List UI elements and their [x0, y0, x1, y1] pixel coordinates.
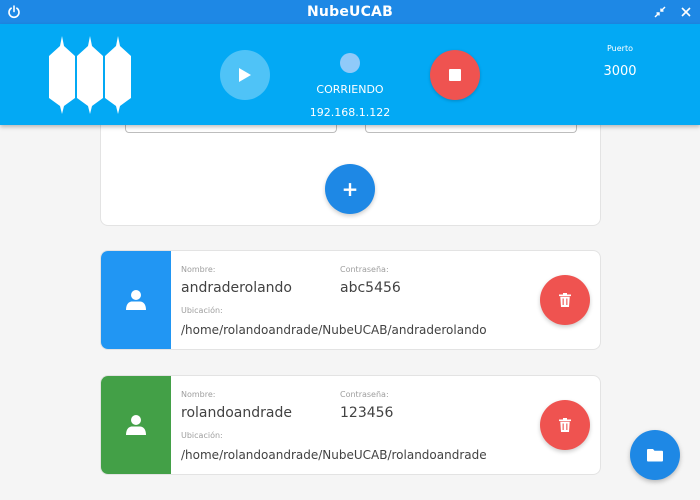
user-location: /home/rolandoandrade/NubeUCAB/rolandoand… [181, 448, 487, 462]
user-password: abc5456 [340, 280, 401, 296]
server-control-header: CORRIENDO 192.168.1.122 Puerto 3000 [0, 24, 700, 125]
folder-icon [647, 449, 663, 462]
trash-icon [559, 293, 571, 307]
delete-user-button[interactable] [540, 275, 590, 325]
user-password: 123456 [340, 405, 394, 421]
location-label: Ubicación: [181, 431, 223, 440]
password-label: Contraseña: [340, 265, 389, 274]
user-card: Nombre: rolandoandrade Contraseña: 12345… [100, 375, 601, 475]
window-title: NubeUCAB [307, 4, 393, 20]
plus-icon: + [341, 177, 359, 201]
port-label: Puerto [607, 44, 633, 53]
open-folder-button[interactable] [630, 430, 680, 480]
delete-user-button[interactable] [540, 400, 590, 450]
location-label: Ubicación: [181, 306, 223, 315]
server-status: CORRIENDO [316, 83, 384, 96]
port-value[interactable]: 3000 [585, 64, 655, 79]
password-label: Contraseña: [340, 390, 389, 399]
status-indicator [340, 53, 360, 73]
play-icon [239, 68, 251, 82]
add-user-button[interactable]: + [325, 164, 375, 214]
minimize-arrows-icon[interactable] [654, 6, 666, 18]
name-label: Nombre: [181, 390, 216, 399]
server-ip: 192.168.1.122 [309, 106, 391, 119]
user-card: Nombre: andraderolando Contraseña: abc54… [100, 250, 601, 350]
user-location: /home/rolandoandrade/NubeUCAB/andraderol… [181, 323, 487, 337]
stop-server-button[interactable] [430, 50, 480, 100]
user-name: rolandoandrade [181, 405, 292, 421]
trash-icon [559, 418, 571, 432]
user-icon [126, 290, 146, 310]
name-label: Nombre: [181, 265, 216, 274]
close-icon[interactable] [680, 6, 692, 18]
title-bar: NubeUCAB [0, 0, 700, 24]
stop-icon [449, 69, 461, 81]
start-server-button[interactable] [220, 50, 270, 100]
user-avatar-panel [101, 376, 171, 474]
user-avatar-panel [101, 251, 171, 349]
user-name: andraderolando [181, 280, 292, 296]
user-icon [126, 415, 146, 435]
app-logo [49, 36, 131, 114]
